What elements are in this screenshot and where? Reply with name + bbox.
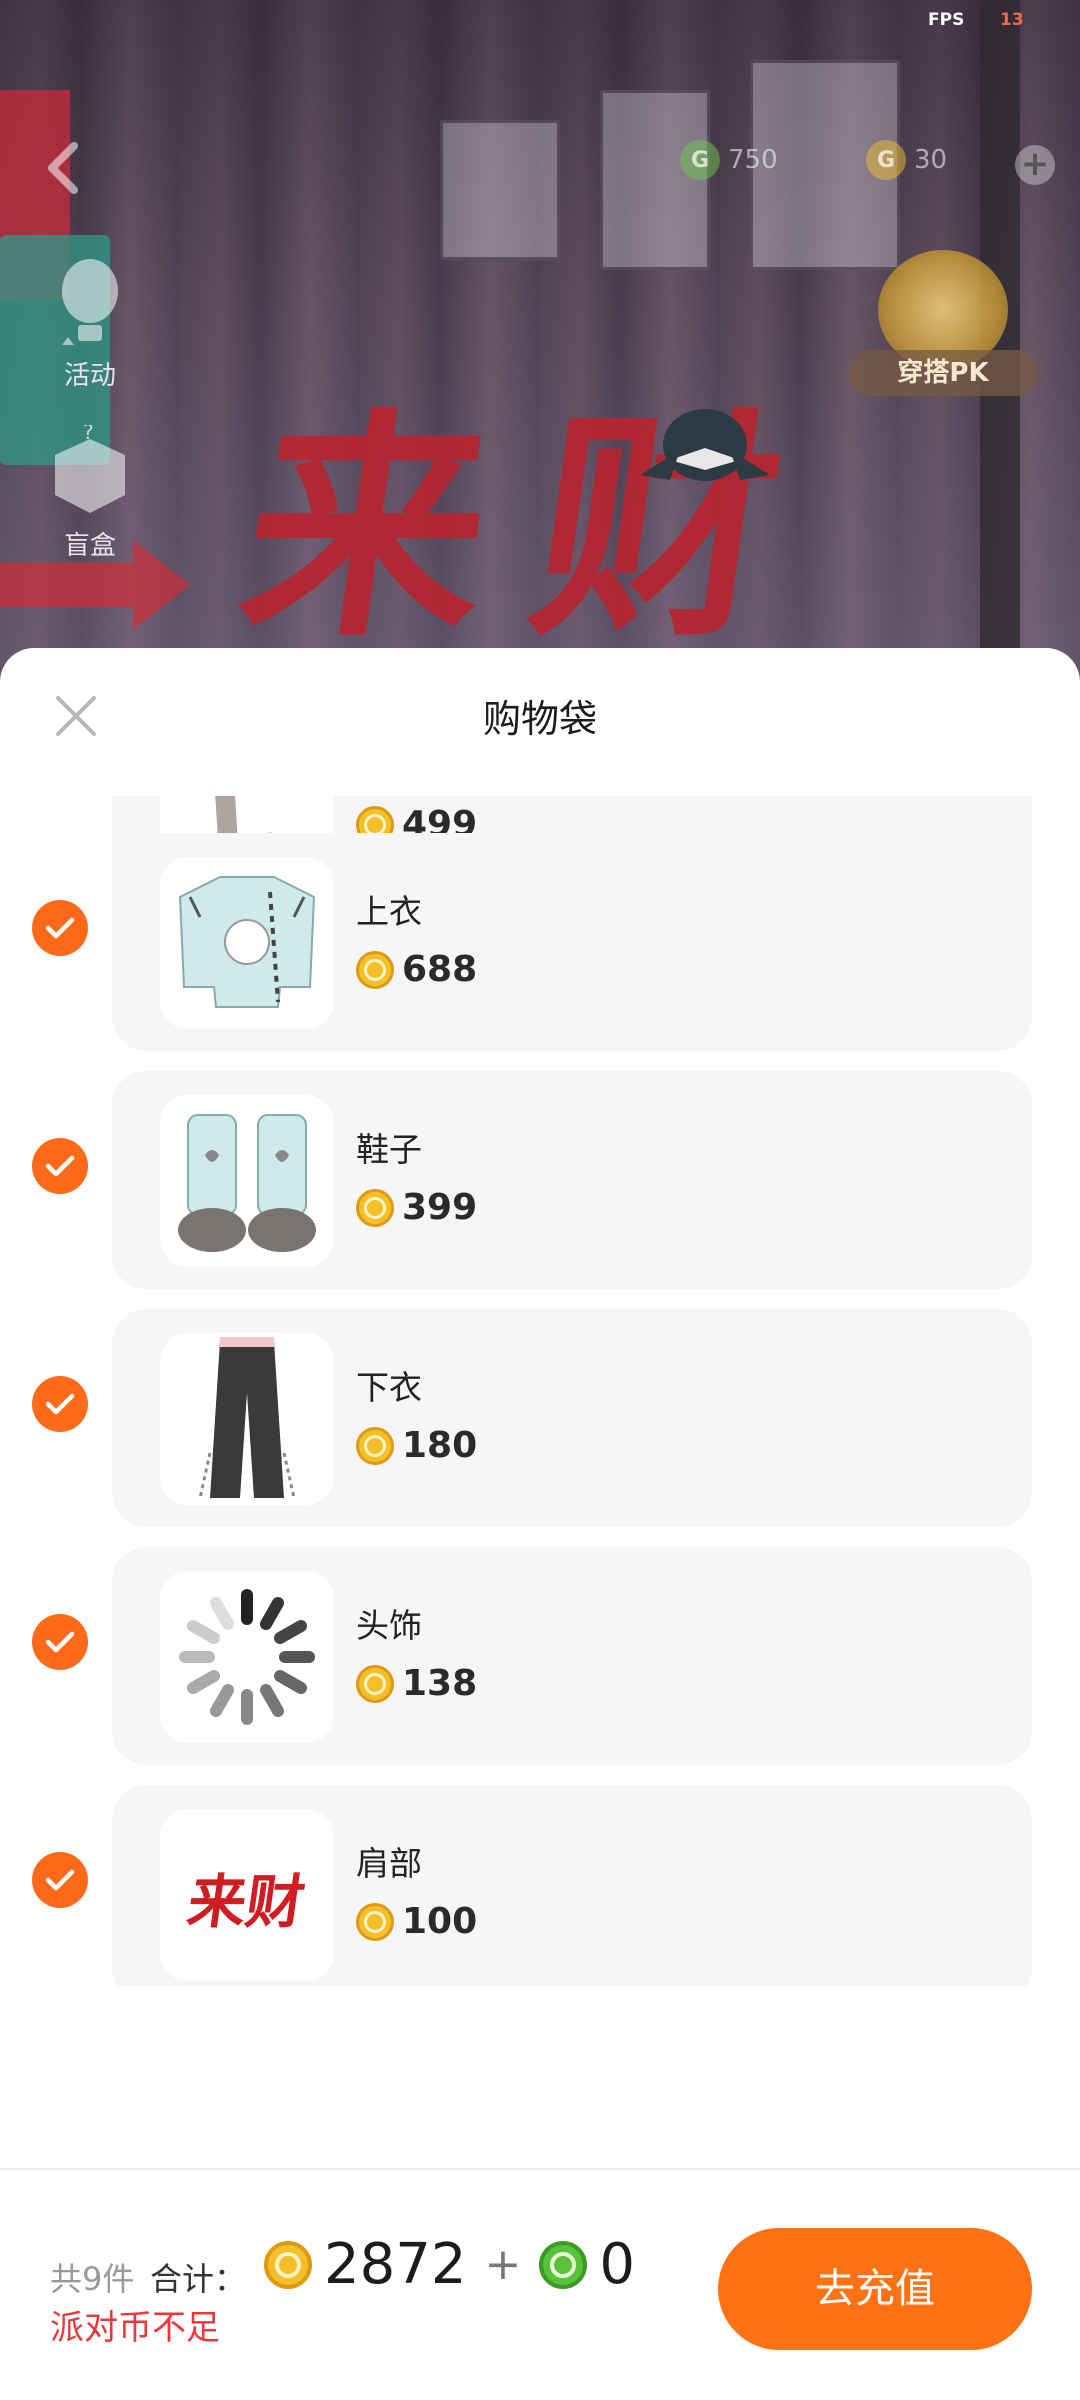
game-scene-background: 来 财 活动 ? 盲盒 G 750 G 30 + 穿搭PK FPS 13 — [0, 0, 1080, 680]
item-name: 下衣 — [356, 1368, 422, 1407]
gold-coin-icon — [356, 1902, 394, 1941]
shoes-image — [178, 1114, 316, 1252]
item-thumbnail — [160, 1095, 334, 1267]
insufficient-coins-warning: 派对币不足 — [50, 2308, 220, 2348]
item-count: 共9件 — [50, 2260, 135, 2298]
sheet-title: 购物袋 — [482, 697, 597, 741]
blindbox-label: 盲盒 — [63, 531, 116, 561]
green-currency-value: 750 — [728, 145, 778, 175]
building-window — [600, 90, 710, 270]
outfit-pk-button[interactable]: 穿搭PK — [848, 250, 1038, 410]
shark-pet-icon — [640, 409, 770, 481]
item-thumbnail — [160, 857, 334, 1029]
svg-text:?: ? — [83, 425, 94, 444]
gold-currency-display: G 30 — [866, 140, 947, 180]
item-price-value: 138 — [402, 1663, 478, 1704]
item-thumbnail — [160, 1333, 334, 1505]
building-window — [440, 120, 560, 260]
hot-air-balloon-icon — [62, 259, 118, 345]
activity-button[interactable]: 活动 — [35, 255, 145, 392]
cart-item-card[interactable]: 下衣 180 — [112, 1309, 1032, 1527]
item-price: 180 — [356, 1425, 477, 1466]
gold-coin-icon — [264, 2240, 312, 2289]
blind-box-icon: ? — [55, 425, 125, 513]
gold-coin-icon — [356, 1188, 394, 1227]
green-coin-icon: G — [680, 140, 720, 180]
green-currency-display: G 750 — [680, 140, 778, 180]
pants-image — [198, 1337, 296, 1499]
fps-value: 13 — [1000, 10, 1024, 30]
item-price: 100 — [356, 1901, 477, 1942]
item-name: 头饰 — [356, 1606, 422, 1645]
cart-item-card[interactable]: 头饰 138 — [112, 1547, 1032, 1765]
gold-currency-value: 30 — [914, 145, 948, 175]
item-checkbox[interactable] — [32, 900, 88, 956]
shopping-bag-sheet: 购物袋 499 上衣 688 鞋子 399 下衣 180 头饰 138 来财 肩… — [0, 648, 1080, 2400]
sign-text-char-1: 来 — [227, 387, 508, 669]
item-thumbnail: 来财 — [160, 1809, 334, 1981]
back-arrow-icon[interactable] — [38, 138, 88, 198]
blindbox-button[interactable]: ? 盲盒 — [35, 425, 145, 562]
plus-sign: + — [484, 2239, 522, 2290]
fps-label: FPS — [928, 10, 965, 30]
gold-coin-icon: G — [866, 140, 906, 180]
item-price-value: 180 — [402, 1425, 478, 1466]
checkmark-icon — [45, 1155, 75, 1177]
checkmark-icon — [45, 1869, 75, 1891]
item-name: 上衣 — [356, 892, 422, 931]
top-clothing-image — [178, 876, 316, 1008]
cart-item-card[interactable]: 鞋子 399 — [112, 1071, 1032, 1289]
green-coin-icon — [539, 2240, 588, 2289]
item-price: 688 — [356, 949, 477, 990]
loading-spinner-icon — [179, 1589, 315, 1725]
total-label: 合计： — [150, 2260, 247, 2298]
item-price: 399 — [356, 1187, 477, 1228]
gold-coin-icon — [356, 1664, 394, 1703]
item-price-value: 688 — [402, 949, 478, 990]
checkmark-icon — [45, 917, 75, 939]
item-checkbox[interactable] — [32, 1376, 88, 1432]
checkmark-icon — [45, 1393, 75, 1415]
add-currency-button[interactable]: + — [1015, 145, 1055, 185]
item-name: 肩部 — [356, 1844, 422, 1883]
cart-item-card[interactable]: 上衣 688 — [112, 833, 1032, 1051]
cart-item-card[interactable]: 来财 肩部 100 — [112, 1785, 1032, 1986]
recharge-button[interactable]: 去充值 — [718, 2228, 1032, 2350]
cart-item-list[interactable]: 499 上衣 688 鞋子 399 下衣 180 头饰 138 来财 肩部 10… — [0, 796, 1080, 1986]
item-checkbox[interactable] — [32, 1614, 88, 1670]
item-thumbnail — [160, 1571, 334, 1743]
outfit-pk-label: 穿搭PK — [848, 350, 1038, 396]
item-price-value: 100 — [402, 1901, 478, 1942]
gold-coin-icon — [356, 1426, 394, 1465]
checkout-footer: 共9件 合计： 2872 + 0 派对币不足 去充值 — [0, 2168, 1080, 2400]
activity-label: 活动 — [63, 361, 116, 391]
item-name: 鞋子 — [356, 1130, 422, 1169]
total-gold-value: 2872 — [324, 2232, 467, 2297]
sign-text-char-2: 财 — [517, 387, 798, 669]
shoulder-item-text: 来财 — [183, 1868, 310, 1936]
item-price-value: 399 — [402, 1187, 478, 1228]
item-price: 138 — [356, 1663, 477, 1704]
item-checkbox[interactable] — [32, 1138, 88, 1194]
checkmark-icon — [45, 1631, 75, 1653]
total-green-value: 0 — [599, 2232, 636, 2297]
item-checkbox[interactable] — [32, 1852, 88, 1908]
gold-coin-icon — [356, 950, 394, 989]
total-amount: 2872 + 0 — [264, 2232, 635, 2297]
